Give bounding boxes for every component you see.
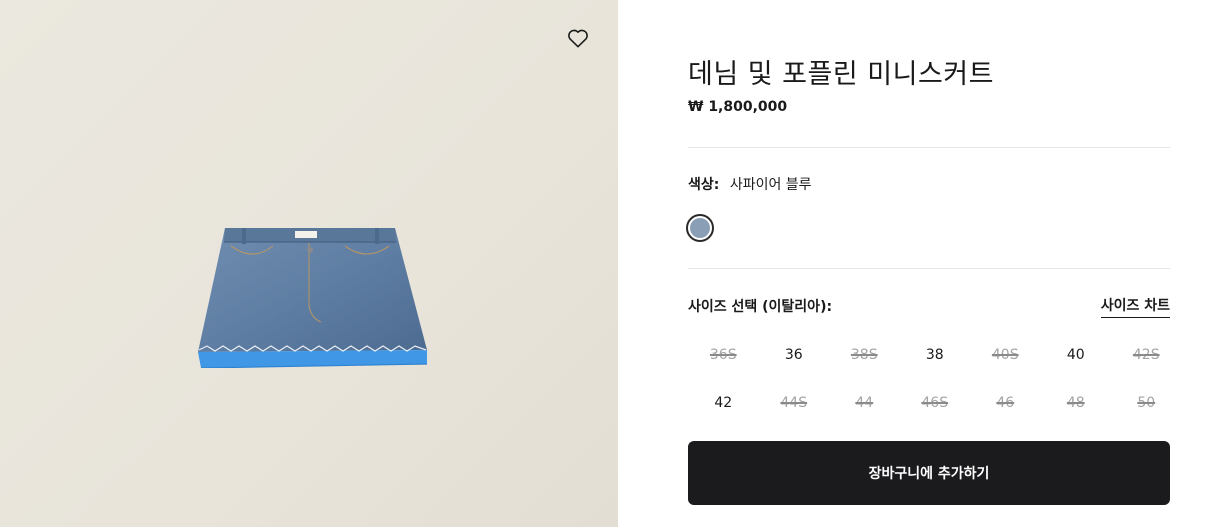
color-swatch-sapphire-blue[interactable]: [686, 214, 714, 242]
size-options-grid: 36S 36 38S 38 40S 40 42S 42 44S 44 46S 46 48 50: [688, 331, 1170, 427]
size-option-50[interactable]: 50: [1111, 379, 1182, 427]
size-option-48[interactable]: 48: [1041, 379, 1112, 427]
color-value: 사파이어 블루: [729, 177, 812, 193]
size-option-38s[interactable]: 38S: [829, 331, 900, 379]
wishlist-button[interactable]: [564, 24, 592, 52]
divider: [688, 147, 1170, 148]
size-option-44[interactable]: 44: [829, 379, 900, 427]
product-price: ₩ 1,800,000: [688, 99, 788, 115]
size-option-36s[interactable]: 36S: [688, 331, 759, 379]
size-header: 사이즈 선택 (이탈리아): 사이즈 차트: [688, 295, 1170, 318]
denim-skirt-image: [198, 228, 427, 368]
size-option-42s[interactable]: 42S: [1111, 331, 1182, 379]
color-label: 색상:: [688, 177, 720, 193]
heart-outline-icon: [568, 29, 588, 48]
size-option-46[interactable]: 46: [970, 379, 1041, 427]
size-option-44s[interactable]: 44S: [759, 379, 830, 427]
product-image-panel: [0, 0, 618, 527]
size-option-42[interactable]: 42: [688, 379, 759, 427]
size-option-40[interactable]: 40: [1041, 331, 1112, 379]
size-option-36[interactable]: 36: [759, 331, 830, 379]
product-title: 데님 및 포플린 미니스커트: [688, 59, 994, 90]
size-chart-link[interactable]: 사이즈 차트: [1100, 295, 1170, 318]
color-row: 색상: 사파이어 블루: [688, 174, 812, 194]
size-title: 사이즈 선택 (이탈리아):: [688, 299, 833, 315]
size-option-40s[interactable]: 40S: [970, 331, 1041, 379]
size-option-38[interactable]: 38: [900, 331, 971, 379]
size-option-46s[interactable]: 46S: [900, 379, 971, 427]
swatch-color-fill: [690, 218, 710, 238]
divider: [688, 268, 1170, 269]
add-to-cart-button[interactable]: 장바구니에 추가하기: [688, 441, 1170, 505]
